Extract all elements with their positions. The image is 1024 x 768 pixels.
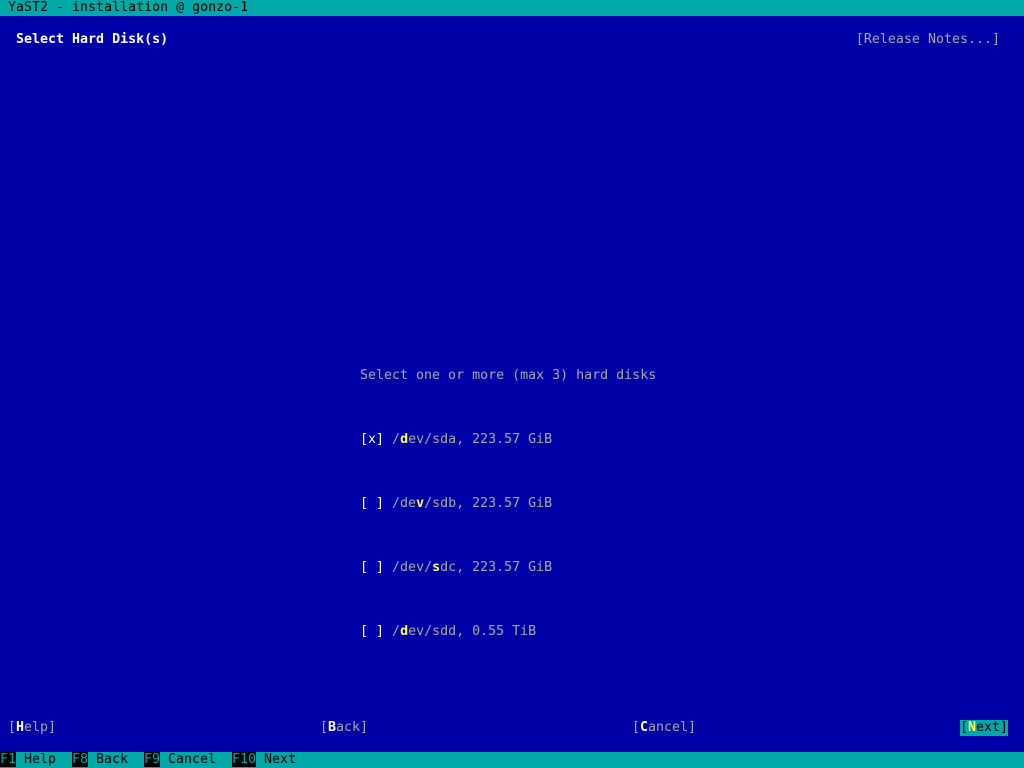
disk-label-prefix: /dev/: [392, 560, 433, 575]
disk-label-prefix: /de: [392, 496, 417, 511]
button-label: elp]: [24, 720, 57, 735]
disk-label-suffix: ev/sdd, 0.55 TiB: [408, 624, 537, 639]
fkey-key: F9: [144, 752, 161, 767]
page-title: Select Hard Disk(s): [16, 32, 169, 47]
bracket: [: [320, 720, 329, 735]
fkey-key: F8: [72, 752, 89, 767]
disk-hotkey: d: [400, 432, 409, 447]
fkey-key: F10: [232, 752, 257, 767]
fkey-label: Cancel: [168, 752, 217, 767]
button-hotkey: H: [16, 720, 25, 735]
disk-hotkey: v: [416, 496, 425, 511]
disk-checkbox-sdd[interactable]: [ ] /dev/sdd, 0.55 TiB: [360, 624, 656, 640]
button-label: ancel]: [648, 720, 697, 735]
fkey-back[interactable]: F8 Back: [72, 752, 128, 768]
disk-hotkey: d: [400, 624, 409, 639]
bracket: [: [8, 720, 17, 735]
disk-checkbox-sda[interactable]: [x] /dev/sda, 223.57 GiB: [360, 432, 656, 448]
fkey-next[interactable]: F10 Next: [232, 752, 296, 768]
fkey-label: Next: [264, 752, 297, 767]
button-hotkey: N: [967, 720, 976, 735]
disk-selector: Select one or more (max 3) hard disks [x…: [360, 336, 656, 672]
disk-selector-label: Select one or more (max 3) hard disks: [360, 368, 657, 383]
fkey-label: Help: [24, 752, 57, 767]
disk-label-prefix: /: [392, 432, 401, 447]
disk-checkbox-sdc[interactable]: [ ] /dev/sdc, 223.57 GiB: [360, 560, 656, 576]
checkbox-state: [ ]: [360, 624, 385, 639]
disk-label-suffix: dc, 223.57 GiB: [440, 560, 553, 575]
fkey-label: Back: [96, 752, 129, 767]
bracket: [: [632, 720, 641, 735]
function-key-bar: F1 Help F8 Back F9 Cancel F10 Next: [0, 752, 1024, 768]
bracket: [: [959, 720, 968, 735]
help-button[interactable]: [Help]: [8, 720, 56, 736]
button-hotkey: C: [640, 720, 649, 735]
button-hotkey: B: [328, 720, 337, 735]
fkey-key: F1: [0, 752, 17, 767]
checkbox-state: [x]: [360, 432, 385, 447]
disk-checkbox-sdb[interactable]: [ ] /dev/sdb, 223.57 GiB: [360, 496, 656, 512]
disk-label-suffix: /sdb, 223.57 GiB: [424, 496, 553, 511]
fkey-help[interactable]: F1 Help: [0, 752, 56, 768]
window-title-bar: YaST2 - installation @ gonzo-1: [0, 0, 1024, 16]
checkbox-state: [ ]: [360, 496, 385, 511]
disk-label-suffix: ev/sda, 223.57 GiB: [408, 432, 553, 447]
cancel-button[interactable]: [Cancel]: [632, 720, 696, 736]
button-label: ext]: [975, 720, 1008, 735]
fkey-cancel[interactable]: F9 Cancel: [144, 752, 216, 768]
disk-hotkey: s: [432, 560, 441, 575]
disk-label-prefix: /: [392, 624, 401, 639]
release-notes-button[interactable]: [Release Notes...]: [856, 32, 1000, 48]
yast-screen: YaST2 - installation @ gonzo-1 Select Ha…: [0, 0, 1024, 768]
next-button[interactable]: [Next]: [959, 720, 1008, 736]
button-label: ack]: [336, 720, 369, 735]
back-button[interactable]: [Back]: [320, 720, 368, 736]
checkbox-state: [ ]: [360, 560, 385, 575]
window-title: YaST2 - installation @ gonzo-1: [8, 0, 249, 15]
